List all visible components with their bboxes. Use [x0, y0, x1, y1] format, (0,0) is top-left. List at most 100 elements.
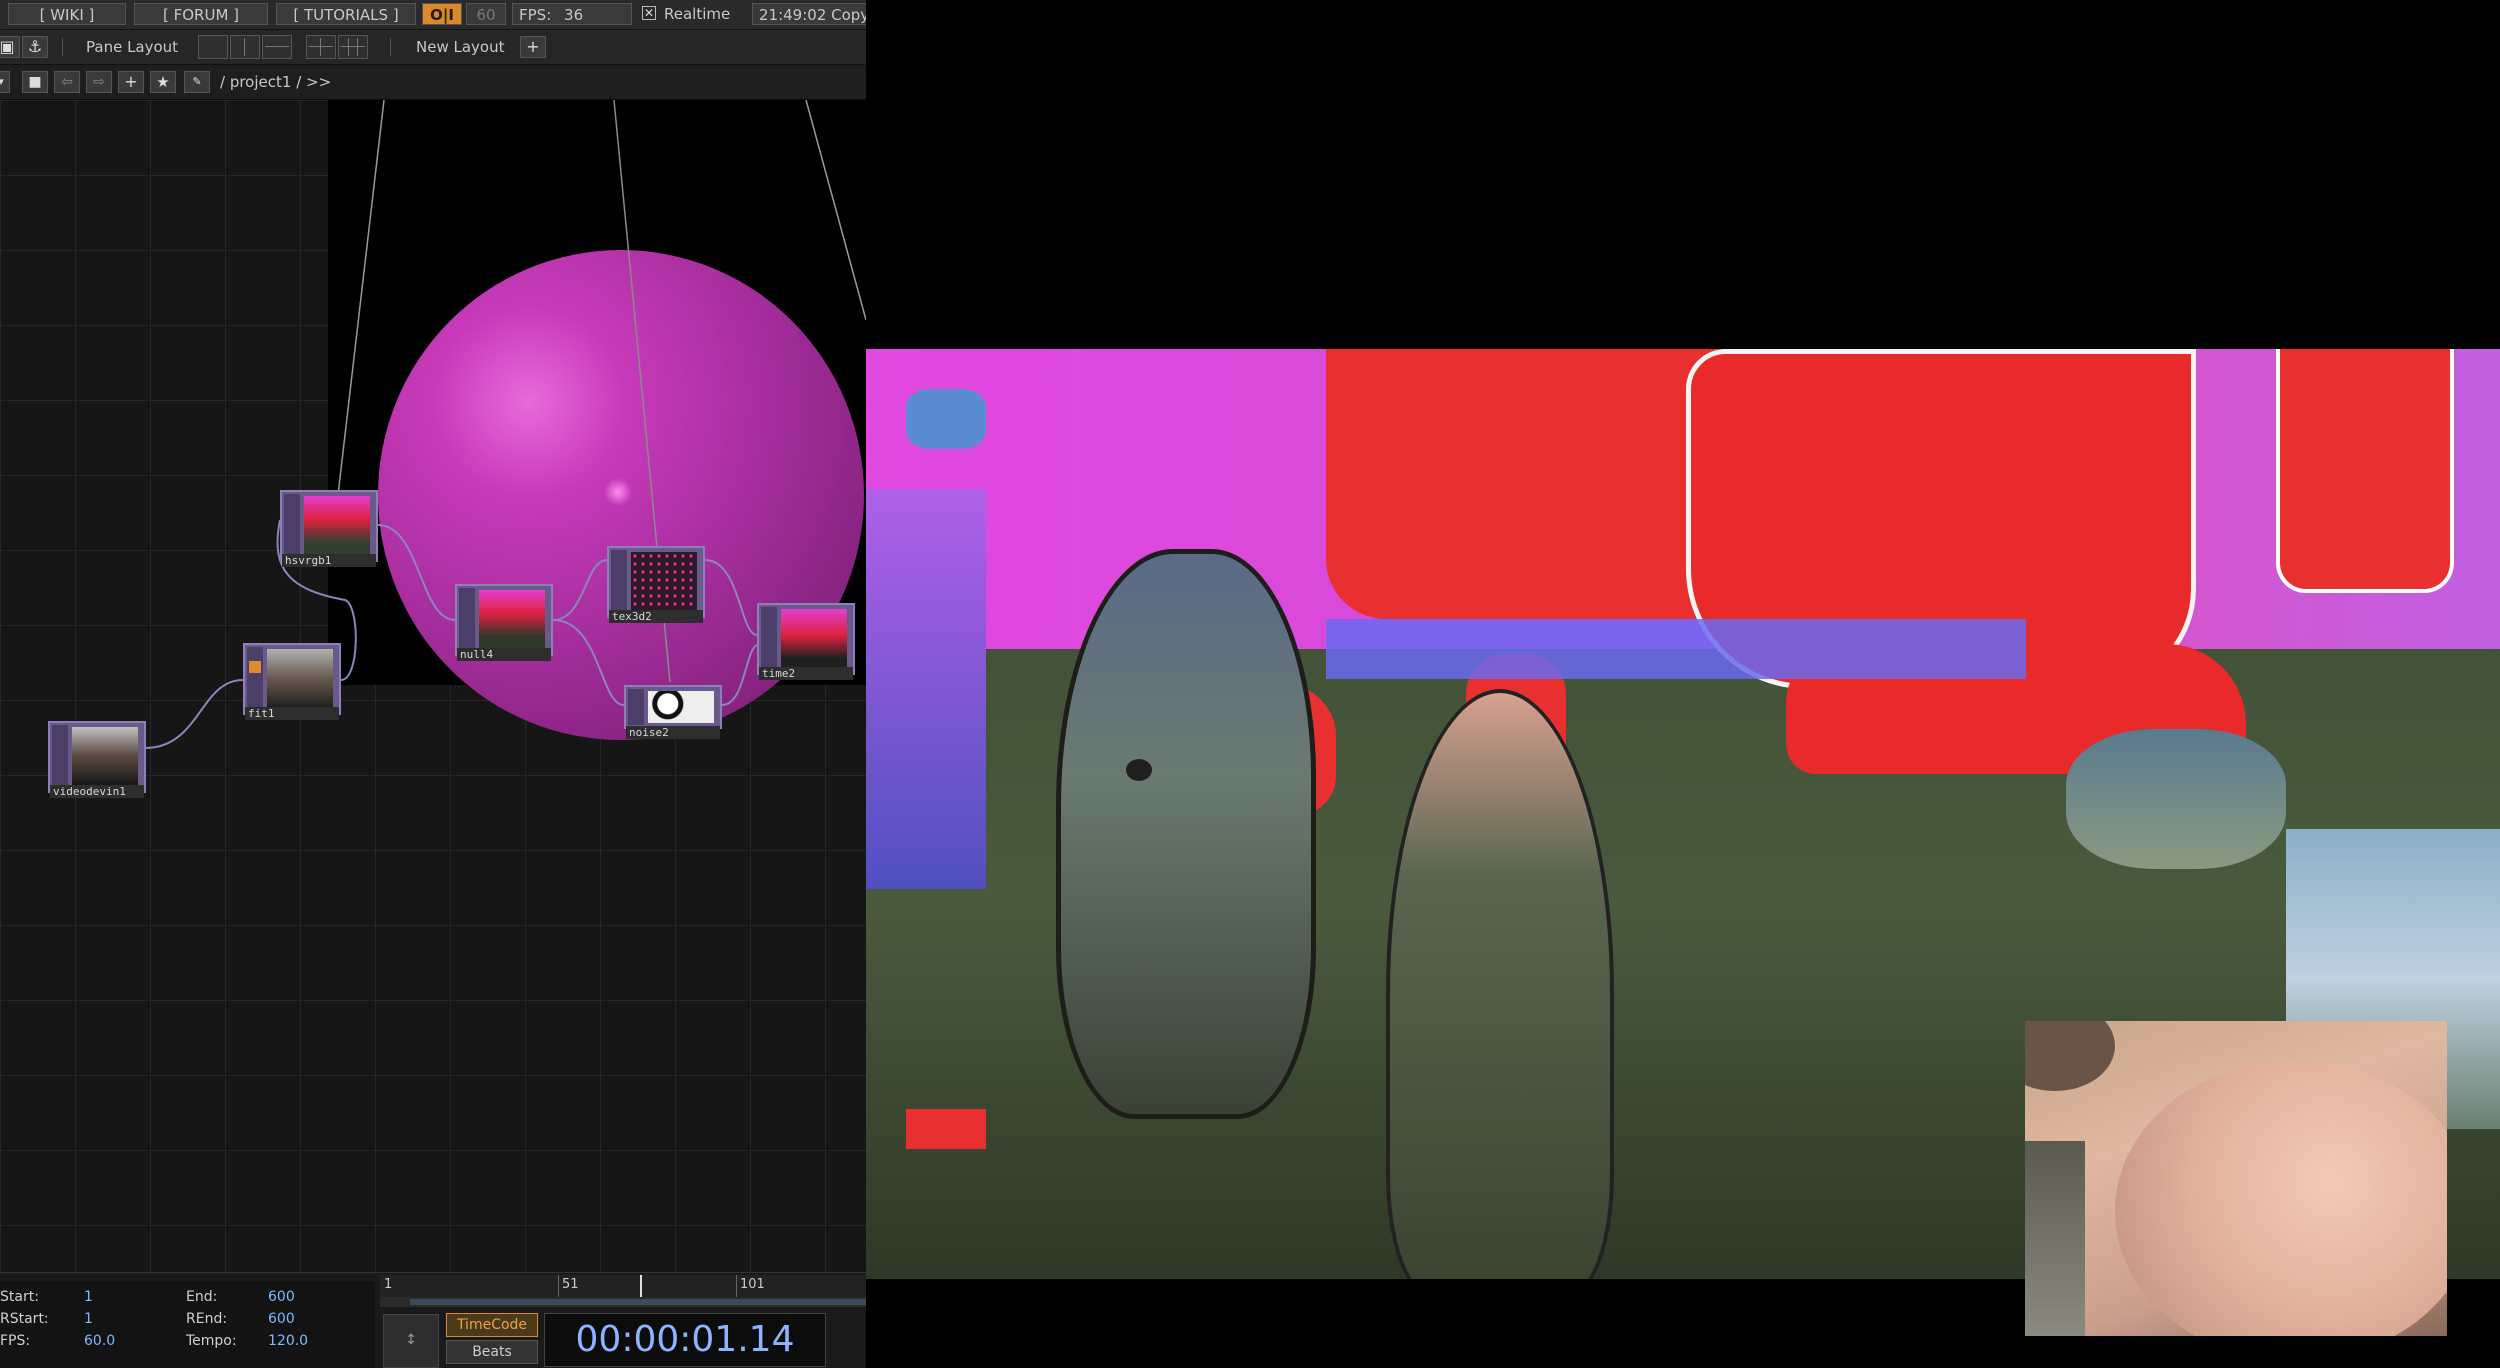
node-thumbnail — [267, 649, 333, 707]
video-region — [1326, 619, 2026, 679]
node-label: tex3d2 — [609, 610, 703, 623]
layout-hsplit-icon[interactable] — [262, 35, 292, 59]
timeline-ruler[interactable]: 1 51 101 — [380, 1275, 866, 1298]
node-label: noise2 — [626, 726, 720, 739]
node-side-panel — [628, 689, 644, 725]
node-side-panel — [611, 550, 627, 614]
tempo-value[interactable]: 120.0 — [268, 1333, 308, 1349]
fps-value: 36 — [564, 6, 584, 24]
pane-layout-label: Pane Layout — [86, 38, 179, 56]
link-tex3d2-time2 — [704, 559, 758, 636]
link-videodevin1-fit1 — [144, 679, 244, 749]
layout-single-icon[interactable] — [198, 35, 228, 59]
pane-layout-bar: ▣ ⚓ Pane Layout New Layout + — [0, 30, 866, 65]
star-icon[interactable]: ★ — [150, 71, 176, 93]
network-wires — [144, 100, 866, 749]
beats-mode-button[interactable]: Beats — [446, 1340, 538, 1364]
new-layout-label: New Layout — [416, 38, 505, 56]
realtime-checkbox[interactable]: ✕ — [642, 6, 656, 20]
network-canvas[interactable]: hsvrgb1 fit1 videodevin1 null4 tex3d2 no… — [0, 100, 866, 1272]
node-thumbnail — [781, 609, 847, 667]
timeline-scrub-bar[interactable] — [380, 1297, 866, 1307]
timecode-mode-button[interactable]: TimeCode — [446, 1313, 538, 1337]
node-time2[interactable] — [757, 603, 855, 675]
node-videodevin1[interactable] — [48, 721, 146, 793]
fps-setting-label: FPS: — [0, 1333, 31, 1349]
fps-label: FPS: — [519, 6, 552, 24]
range-settings: Start: 1 End: 600 RStart: 1 REnd: 600 FP… — [0, 1281, 375, 1368]
perform-mode-toggle[interactable]: O|I — [422, 3, 462, 25]
edit-icon[interactable]: ✎ — [184, 71, 210, 93]
dropdown-icon[interactable]: ▾ — [0, 71, 10, 93]
layout-tri-icon[interactable] — [306, 35, 336, 59]
divider — [62, 38, 63, 56]
video-region — [906, 1109, 986, 1149]
node-label: time2 — [759, 667, 853, 680]
tutorials-link[interactable]: [ TUTORIALS ] — [276, 3, 416, 25]
video-region — [1386, 689, 1614, 1279]
path-bar: ▾ ■ ⇦ ⇨ + ★ ✎ / project1 / >> — [0, 65, 866, 100]
play-controls-icon[interactable]: ↕ — [383, 1314, 439, 1368]
forum-link[interactable]: [ FORUM ] — [134, 3, 268, 25]
node-side-panel — [761, 607, 777, 671]
wiki-link[interactable]: [ WIKI ] — [8, 3, 126, 25]
timecode-display[interactable]: 00:00:01.14 — [544, 1313, 826, 1367]
node-side-panel — [284, 494, 300, 558]
link-noise2-time2 — [721, 644, 758, 706]
node-hsvrgb1[interactable] — [280, 490, 378, 562]
layout-vsplit-icon[interactable] — [230, 35, 260, 59]
node-thumbnail — [304, 496, 370, 554]
playhead[interactable] — [640, 1275, 642, 1297]
timeline-panel: Start: 1 End: 600 RStart: 1 REnd: 600 FP… — [0, 1272, 866, 1368]
node-tex3d2[interactable] — [607, 546, 705, 618]
tempo-label: Tempo: — [186, 1333, 237, 1349]
split-pane-icon[interactable]: ▣ — [0, 36, 20, 58]
node-side-panel — [247, 647, 263, 711]
node-side-panel — [459, 588, 475, 652]
link-null4-noise2 — [552, 619, 625, 706]
layout-quad-icon[interactable] — [338, 35, 368, 59]
rend-value[interactable]: 600 — [268, 1311, 295, 1327]
start-label: Start: — [0, 1289, 39, 1305]
video-region — [1126, 759, 1152, 781]
link-null4-tex3d2 — [552, 559, 608, 621]
ruler-tick: 1 — [384, 1277, 393, 1292]
stop-icon[interactable]: ■ — [22, 71, 48, 93]
video-region — [2025, 1021, 2115, 1091]
range-bar — [410, 1299, 866, 1305]
node-label: null4 — [457, 648, 551, 661]
add-layout-button[interactable]: + — [520, 36, 546, 58]
network-path[interactable]: / project1 / >> — [220, 71, 331, 93]
fps-cap[interactable]: 60 — [466, 3, 506, 25]
node-label: fit1 — [245, 707, 339, 720]
realtime-label: Realtime — [664, 5, 731, 23]
node-label: hsvrgb1 — [282, 554, 376, 567]
render-wire — [337, 100, 385, 496]
end-value[interactable]: 600 — [268, 1289, 295, 1305]
node-null4[interactable] — [455, 584, 553, 656]
rstart-value[interactable]: 1 — [84, 1311, 93, 1327]
node-thumbnail — [72, 727, 138, 785]
link-hsvrgb1-null4 — [377, 524, 456, 621]
video-region — [866, 489, 986, 889]
video-region — [2066, 729, 2286, 869]
node-noise2[interactable] — [624, 685, 722, 729]
video-region — [906, 389, 986, 449]
anchor-icon[interactable]: ⚓ — [22, 36, 48, 58]
video-region — [2276, 349, 2454, 593]
add-icon[interactable]: + — [118, 71, 144, 93]
rend-label: REnd: — [186, 1311, 228, 1327]
node-fit1[interactable] — [243, 643, 341, 715]
forward-arrow-icon[interactable]: ⇨ — [86, 71, 112, 93]
end-label: End: — [186, 1289, 218, 1305]
fps-setting-value[interactable]: 60.0 — [84, 1333, 115, 1349]
divider — [390, 38, 391, 56]
node-thumbnail — [648, 691, 714, 723]
node-side-panel — [52, 725, 68, 789]
node-thumbnail — [479, 590, 545, 648]
back-arrow-icon[interactable]: ⇦ — [54, 71, 80, 93]
node-label: videodevin1 — [50, 785, 144, 798]
ruler-tick: 51 — [562, 1277, 579, 1292]
start-value[interactable]: 1 — [84, 1289, 93, 1305]
video-region — [1056, 549, 1316, 1119]
